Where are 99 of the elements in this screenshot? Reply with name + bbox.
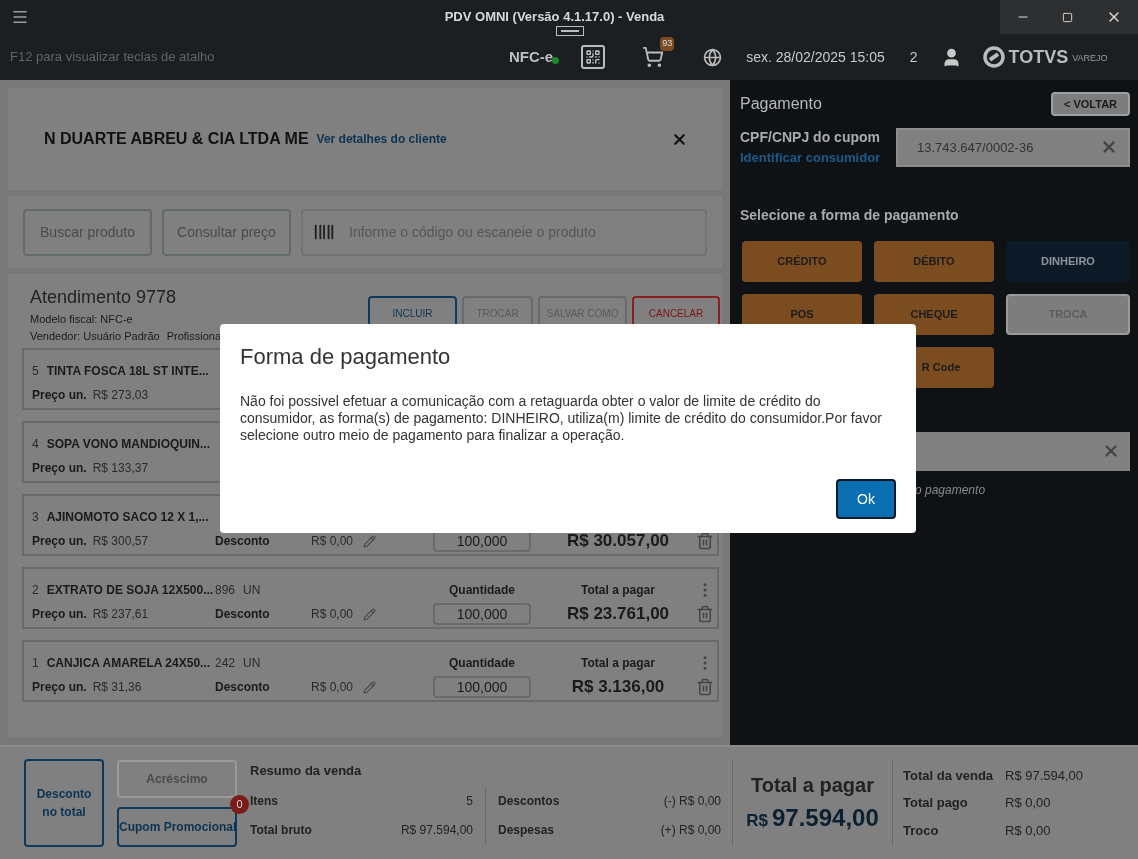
totals-label: Total da venda (903, 766, 995, 785)
payment-method-button[interactable]: DÉBITO (874, 240, 994, 282)
document-field[interactable]: 13.743.647/0002-36 (896, 127, 1130, 167)
item-number: 4 (32, 436, 39, 453)
cart-badge: 93 (660, 37, 675, 51)
payment-method-button[interactable]: CHEQUE (874, 293, 994, 335)
edit-icon[interactable] (363, 534, 377, 548)
item-number: 1 (32, 655, 39, 672)
summary-value: (-) R$ 0,00 (663, 793, 721, 811)
logo-subtitle: VAREJO (1072, 52, 1108, 66)
summary-value: R$ 97.594,00 (400, 822, 473, 840)
totals-label: Troco (903, 821, 940, 840)
summary-value: 5 (466, 793, 473, 811)
unit-price: R$ 273,03 (92, 387, 149, 404)
totals-label: Total pago (903, 794, 969, 813)
totals-value: R$ 97.594,00 (1005, 766, 1085, 785)
price-label: Preço un. (32, 606, 87, 623)
cart-icon[interactable] (642, 46, 665, 68)
menu-icon[interactable] (11, 8, 29, 26)
total-label: Total a pagar (581, 582, 655, 599)
edit-icon[interactable] (363, 680, 377, 694)
payment-method-button[interactable]: DINHEIRO (1006, 240, 1130, 282)
item-number: 2 (32, 582, 39, 599)
summary-label: Itens (250, 793, 278, 811)
dialog-title: Forma de pagamento (240, 343, 452, 371)
methods-title: Selecione a forma de pagamento (740, 205, 960, 225)
document-value: 13.743.647/0002-36 (917, 138, 1035, 157)
customer-name: N DUARTE ABREU & CIA LTDA ME (44, 129, 309, 149)
summary-label: Total bruto (250, 822, 312, 840)
discount-label: Desconto (215, 533, 270, 550)
product-name: AJINOMOTO SACO 12 X 1,... (46, 509, 209, 526)
quantity-label: Quantidade (449, 582, 515, 599)
shortcut-hint: F12 para visualizar teclas de atalho (10, 48, 216, 67)
summary-value: (+) R$ 0,00 (660, 822, 721, 840)
discount-value: R$ 0,00 (311, 606, 354, 623)
total-value: R$ 3.136,00 (571, 676, 665, 699)
discount-value: R$ 0,00 (311, 533, 354, 550)
product-name: TINTA FOSCA 18L ST INTE... (46, 363, 209, 380)
unit-price: R$ 300,57 (92, 533, 149, 550)
coupon-badge: 0 (230, 794, 249, 814)
payment-title: Pagamento (740, 94, 822, 114)
summary-label: Despesas (498, 822, 555, 840)
window-title: PDV OMNI (Versão 4.1.17.0) - Venda (444, 8, 665, 27)
stock-quantity: 242 (215, 655, 236, 672)
date-time: sex. 28/02/2025 15:05 (746, 47, 885, 67)
payment-method-button[interactable]: CRÉDITO (742, 240, 862, 282)
globe-icon[interactable] (703, 47, 723, 67)
total-due-value: 97.594,00 (771, 803, 879, 833)
total-value: R$ 30.057,00 (566, 530, 670, 553)
edit-icon[interactable] (363, 607, 377, 621)
summary-label: Descontos (498, 793, 560, 811)
total-due-label: Total a pagar (751, 773, 874, 798)
unit-label: UN (243, 582, 261, 599)
quantity-field[interactable]: 100,000 (433, 676, 531, 698)
fiscal-model: Modelo fiscal: NFC-e (30, 312, 134, 327)
price-label: Preço un. (32, 533, 87, 550)
clear-icon[interactable] (1102, 442, 1120, 460)
total-value: R$ 23.761,00 (566, 603, 670, 626)
identify-consumer-link[interactable]: Identificar consumidor (740, 148, 896, 168)
discount-label: Desconto (215, 679, 270, 696)
quantity-field[interactable]: 100,000 (433, 603, 531, 625)
seller-label: Vendedor: Usuário Padrão (30, 328, 160, 344)
stock-quantity: 896 (215, 582, 236, 599)
back-button[interactable]: < VOLTAR (1051, 92, 1130, 116)
attendance-title: Atendimento 9778 (30, 286, 178, 309)
document-type: NFC-e (509, 46, 554, 67)
totals-value: R$ 0,00 (1005, 794, 1052, 813)
item-card[interactable]: 1 CANJICA AMARELA 24X50... 242 UN Quantidade Total a pagar Preço un. R$ 31,36 Desconto R$ 0,00 100,000 R$ 3.136,00 (22, 640, 719, 702)
total-label: Total a pagar (581, 655, 655, 672)
price-label: Preço un. (32, 460, 87, 477)
unit-price: R$ 31,36 (92, 679, 142, 696)
dialog-message: Não foi possivel efetuar a comunicação com a retaguarda obter o valor de limite de crédito do consumidor, as forma(s) de pagamento: DINHEIRO, utiliza(m) limite de crédito do consumidor.Por favor selecione outro meio de pagamento para finalizar a operação. (240, 393, 883, 444)
discount-value: R$ 0,00 (311, 679, 354, 696)
maximize-icon[interactable] (1062, 11, 1074, 23)
currency-symbol: R$ (746, 810, 768, 832)
item-number: 3 (32, 509, 39, 526)
document-label: CPF/CNPJ do cupom (740, 128, 881, 147)
total-discount-button[interactable]: Desconto no total (24, 759, 104, 847)
product-name: CANJICA AMARELA 24X50... (46, 655, 211, 672)
item-number: 5 (32, 363, 39, 380)
product-name: EXTRATO DE SOJA 12X500... (46, 582, 214, 599)
quantity-label: Quantidade (449, 655, 515, 672)
qr-code-icon[interactable] (581, 45, 606, 69)
totals-value: R$ 0,00 (1005, 821, 1052, 840)
count-label: 2 (909, 47, 918, 67)
product-name: SOPA VONO MANDIOQUIN... (46, 436, 211, 453)
summary-title: Resumo da venda (250, 762, 363, 781)
logo-icon (982, 46, 1005, 68)
ok-button[interactable]: Ok (836, 479, 896, 519)
professional-label: Profissiona (166, 328, 222, 344)
discount-label: Desconto (215, 606, 270, 623)
customer-details-link[interactable]: Ver detalhes do cliente (316, 130, 447, 148)
price-label: Preço un. (32, 387, 87, 404)
item-card[interactable]: 2 EXTRATO DE SOJA 12X500...896 UN Quantidade Total a pagar Preço un. R$ 237,61 Desconto R$ 0,00 100,000 R$ 23.761,00 (22, 567, 719, 629)
price-label: Preço un. (32, 679, 87, 696)
unit-price: R$ 237,61 (92, 606, 149, 623)
unit-label: UN (243, 655, 261, 672)
unit-price: R$ 133,37 (92, 460, 149, 477)
logo-name: TOTVS (1008, 45, 1069, 69)
